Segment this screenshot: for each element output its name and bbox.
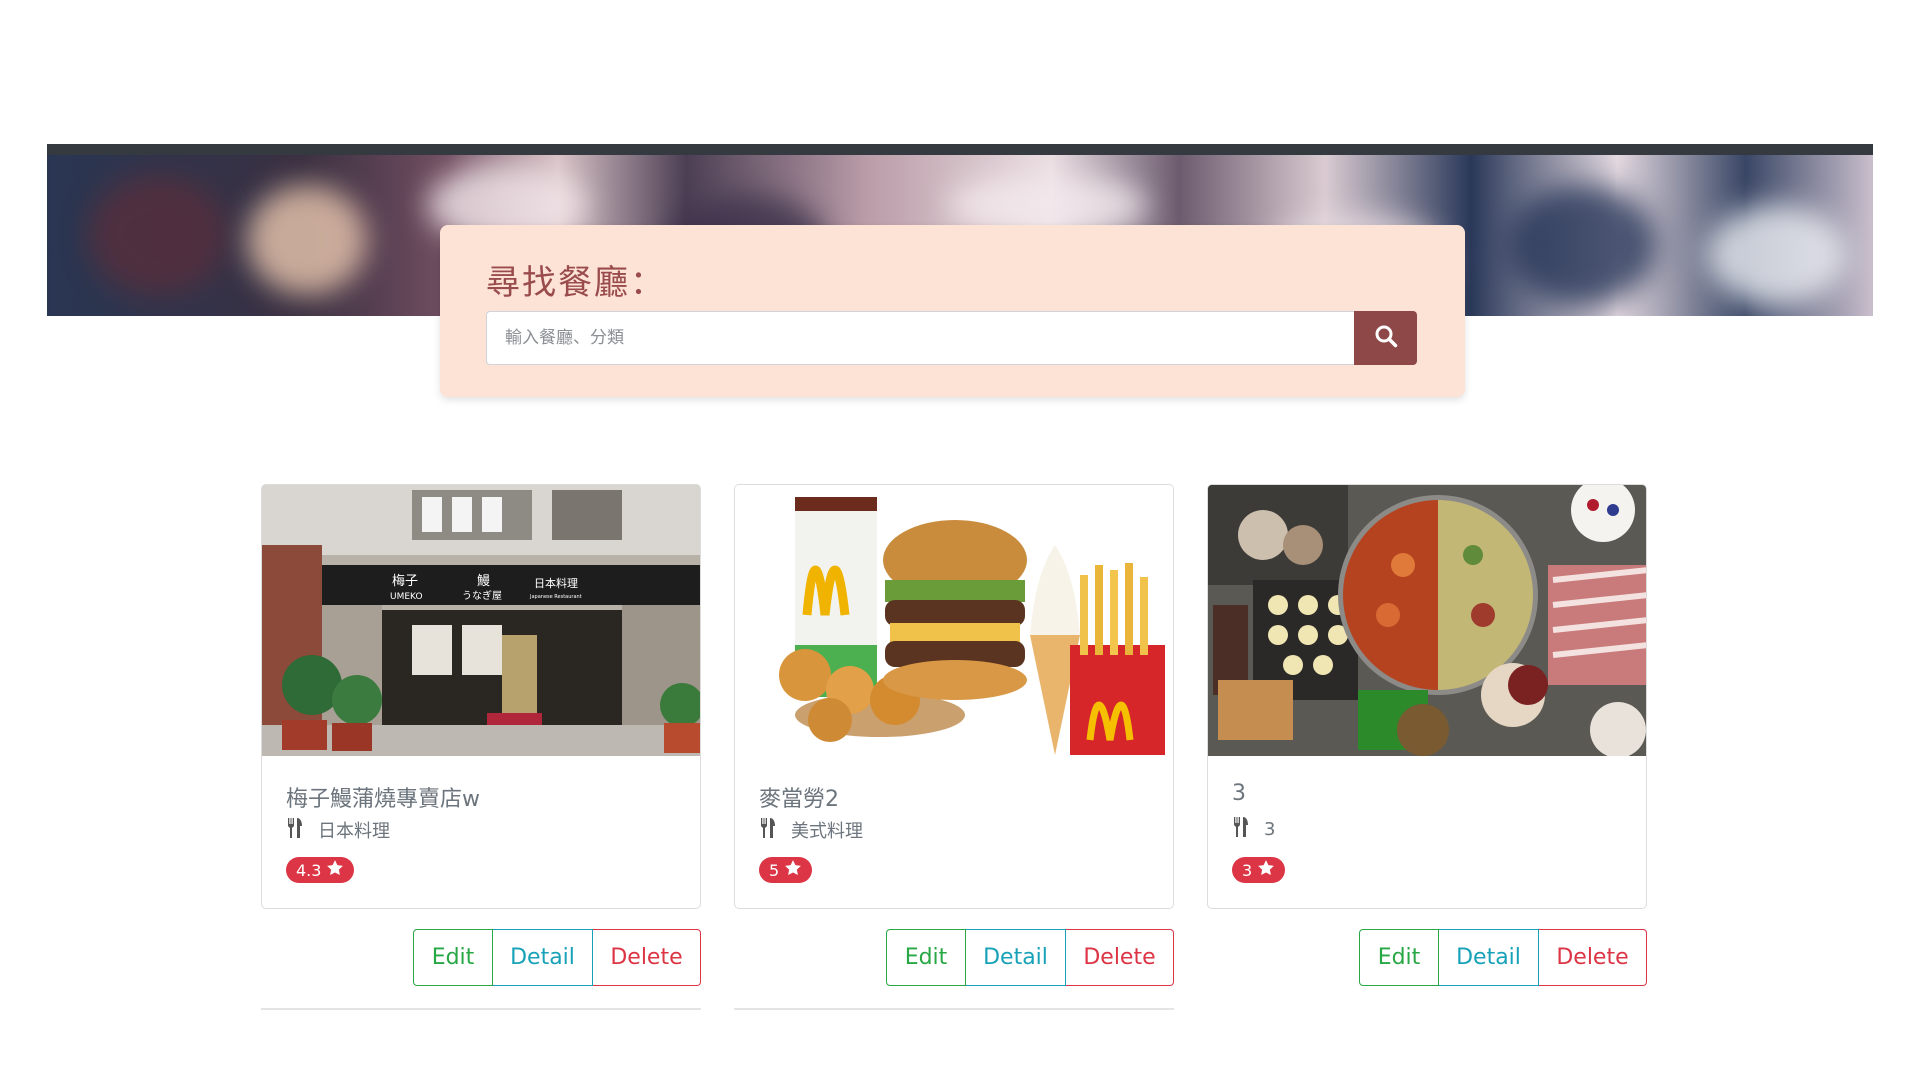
- card-actions: Edit Detail Delete: [886, 929, 1174, 986]
- rating-badge: 4.3: [286, 857, 355, 883]
- rating-value: 4.3: [296, 860, 322, 880]
- edit-button[interactable]: Edit: [1359, 929, 1439, 986]
- sign-text: UMEKO: [390, 592, 423, 602]
- restaurant-name[interactable]: 梅子鰻蒲燒專賣店w: [286, 781, 480, 813]
- sign-text: 鰻: [477, 574, 490, 589]
- restaurant-name[interactable]: 麥當勞2: [759, 781, 839, 813]
- star-icon: [321, 859, 344, 881]
- top-navbar: [47, 144, 1873, 155]
- search-panel: 尋找餐廳：: [440, 225, 1465, 397]
- sign-text: 日本料理: [534, 576, 578, 590]
- restaurant-card[interactable]: 麥當勞2 美式料理 5: [734, 484, 1174, 909]
- star-icon: [779, 859, 802, 881]
- delete-button[interactable]: Delete: [1539, 929, 1647, 986]
- detail-button[interactable]: Detail: [966, 929, 1066, 986]
- sign-text: うなぎ屋: [462, 589, 502, 602]
- rating-value: 5: [769, 860, 780, 880]
- detail-button[interactable]: Detail: [493, 929, 593, 986]
- delete-button[interactable]: Delete: [1066, 929, 1174, 986]
- rating-badge: 5: [759, 857, 813, 883]
- sign-text: Japanese Restaurant: [529, 594, 582, 600]
- restaurant-category: 日本料理: [286, 817, 390, 843]
- sign-text: 梅子: [392, 574, 418, 589]
- restaurant-category: 3: [1232, 817, 1275, 842]
- utensils-icon: [286, 817, 304, 843]
- restaurant-image: [735, 485, 1173, 756]
- detail-button[interactable]: Detail: [1439, 929, 1539, 986]
- category-label: 3: [1264, 819, 1276, 840]
- utensils-icon: [759, 817, 777, 843]
- restaurant-category: 美式料理: [759, 817, 863, 843]
- restaurant-image: [1208, 485, 1646, 756]
- category-label: 美式料理: [791, 821, 863, 842]
- restaurant-card[interactable]: 3 3 3: [1207, 484, 1647, 909]
- search-icon: [1374, 324, 1398, 352]
- category-label: 日本料理: [318, 821, 390, 842]
- rating-badge: 3: [1232, 857, 1286, 883]
- delete-button[interactable]: Delete: [593, 929, 701, 986]
- restaurant-card[interactable]: 梅子 UMEKO 鰻 うなぎ屋 日本料理 Japanese Restaurant…: [261, 484, 701, 909]
- card-actions: Edit Detail Delete: [1359, 929, 1647, 986]
- restaurant-name[interactable]: 3: [1232, 781, 1246, 806]
- search-input[interactable]: [486, 311, 1354, 365]
- edit-button[interactable]: Edit: [413, 929, 493, 986]
- restaurant-image: 梅子 UMEKO 鰻 うなぎ屋 日本料理 Japanese Restaurant: [262, 485, 700, 756]
- utensils-icon: [1232, 817, 1250, 842]
- next-card-edge: [261, 1008, 701, 1010]
- star-icon: [1252, 859, 1275, 881]
- edit-button[interactable]: Edit: [886, 929, 966, 986]
- rating-value: 3: [1242, 860, 1253, 880]
- search-button[interactable]: [1354, 311, 1417, 365]
- search-title: 尋找餐廳：: [486, 263, 666, 303]
- card-actions: Edit Detail Delete: [413, 929, 701, 986]
- next-card-edge: [734, 1008, 1174, 1010]
